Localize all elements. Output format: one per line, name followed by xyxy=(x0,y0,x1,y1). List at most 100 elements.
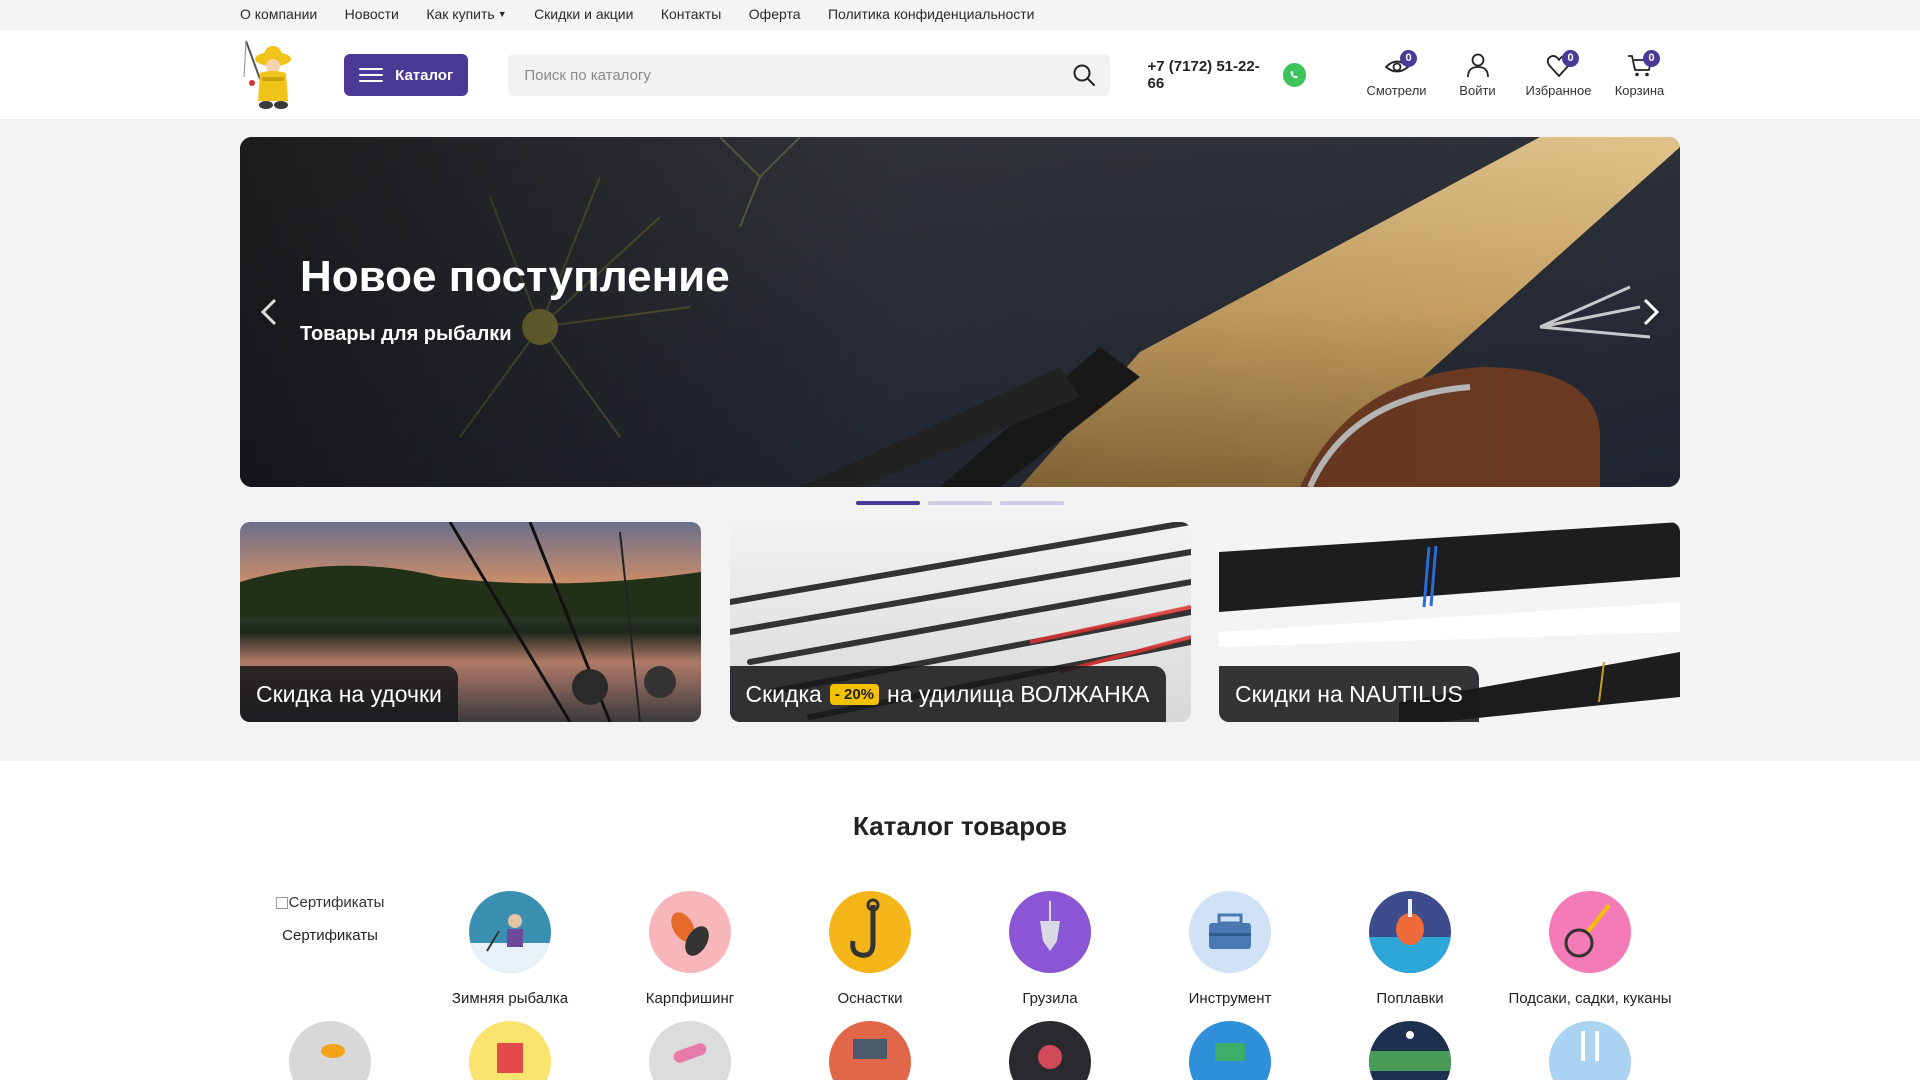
category-name: Инструмент xyxy=(1188,990,1272,1007)
search-bar xyxy=(508,54,1110,96)
topnav-privacy[interactable]: Политика конфиденциальности xyxy=(828,6,1035,22)
toolbox-icon-graphic xyxy=(1209,913,1251,949)
category-sinkers[interactable]: Грузила xyxy=(960,891,1140,1009)
viewed-count-badge: 0 xyxy=(1400,50,1417,67)
cart-count-badge: 0 xyxy=(1643,50,1660,67)
slider-dot-2[interactable] xyxy=(928,501,992,505)
category-name: Карпфишинг xyxy=(645,990,735,1007)
category-item[interactable] xyxy=(1500,1021,1680,1080)
favorites-button[interactable]: 0 Избранное xyxy=(1518,50,1599,98)
hero-title: Новое поступление xyxy=(300,252,730,301)
float-icon-graphic xyxy=(1369,899,1451,973)
night-fishing-icon xyxy=(1369,1021,1451,1080)
lure-icon-graphic xyxy=(321,1044,345,1058)
banner-volzhanka-discount[interactable]: Скидка - 20% на удилища ВОЛЖАНКА xyxy=(729,522,1191,722)
site-header: Каталог +7 (7172) 51-22-66 0 Смотрели xyxy=(0,30,1920,120)
lure-icon xyxy=(289,1021,371,1080)
boat-icon-graphic xyxy=(1215,1043,1245,1061)
catalog-row: Сертификаты Сертификаты Зимняя рыбалка К… xyxy=(240,891,1680,1009)
top-nav: О компании Новости Как купить ▼ Скидки и … xyxy=(240,6,1058,24)
category-item[interactable] xyxy=(600,1021,780,1080)
favorites-label: Избранное xyxy=(1525,83,1592,98)
user-icon xyxy=(1466,53,1489,78)
slider-next-button[interactable] xyxy=(1636,292,1666,332)
slider-dot-1[interactable] xyxy=(856,501,920,505)
category-name: Зимняя рыбалка xyxy=(451,990,569,1007)
top-bar: О компании Новости Как купить ▼ Скидки и … xyxy=(0,0,1920,30)
bag-icon xyxy=(649,1021,731,1080)
hook-icon-graphic xyxy=(850,898,880,958)
chevron-left-icon xyxy=(260,298,277,326)
catalog-button-label: Каталог xyxy=(395,66,454,84)
topnav-discounts[interactable]: Скидки и акции xyxy=(534,6,633,22)
cart-button[interactable]: 0 Корзина xyxy=(1599,50,1680,98)
reel-icon-graphic xyxy=(1038,1045,1062,1069)
catalog-section: Каталог товаров Сертификаты Сертификаты … xyxy=(0,761,1920,1080)
slider-dot-3[interactable] xyxy=(1000,501,1064,505)
banner-caption: Скидка - 20% на удилища ВОЛЖАНКА xyxy=(729,666,1166,722)
rod-holder-icon-graphic xyxy=(1581,1031,1599,1061)
promo-section: Новое поступление Товары для рыбалки Ски… xyxy=(0,120,1920,761)
login-button[interactable]: Войти xyxy=(1437,52,1518,98)
topnav-about[interactable]: О компании xyxy=(240,6,317,22)
category-item[interactable] xyxy=(240,1021,420,1080)
category-item[interactable] xyxy=(1320,1021,1500,1080)
hero-subtitle: Товары для рыбалки xyxy=(300,323,512,345)
viewed-button[interactable]: 0 Смотрели xyxy=(1356,50,1437,98)
category-tools[interactable]: Инструмент xyxy=(1140,891,1320,1009)
hero-slider[interactable]: Новое поступление Товары для рыбалки xyxy=(240,137,1680,487)
favorites-count-badge: 0 xyxy=(1562,50,1579,67)
category-item[interactable] xyxy=(960,1021,1140,1080)
certificates-alt-text: Сертификаты xyxy=(288,894,385,911)
category-item[interactable] xyxy=(780,1021,960,1080)
topnav-offer[interactable]: Оферта xyxy=(749,6,801,22)
boat-icon xyxy=(1189,1021,1271,1080)
category-carpfishing[interactable]: Карпфишинг xyxy=(600,891,780,1009)
category-item[interactable] xyxy=(1140,1021,1320,1080)
category-item[interactable] xyxy=(420,1021,600,1080)
winter-fishing-icon-graphic xyxy=(469,914,551,973)
box-icon-graphic xyxy=(497,1043,523,1073)
banner-1-text: Скидка на удочки xyxy=(256,680,442,707)
category-floats[interactable]: Поплавки xyxy=(1320,891,1500,1009)
night-fishing-icon-graphic xyxy=(1369,1031,1451,1071)
banner-caption: Скидки на NAUTILUS xyxy=(1219,666,1479,722)
chevron-right-icon xyxy=(1643,298,1660,326)
catalog-button[interactable]: Каталог xyxy=(344,54,469,96)
topnav-how-to-buy-label: Как купить xyxy=(426,6,495,22)
reel-icon xyxy=(1009,1021,1091,1080)
chevron-down-icon: ▼ xyxy=(497,9,507,19)
promo-banners: Скидка на удочки Скидка - 20% на удилища… xyxy=(240,522,1680,722)
bag-icon-graphic xyxy=(673,1043,707,1063)
logo[interactable] xyxy=(240,39,302,111)
search-input[interactable] xyxy=(524,66,1072,84)
banner-2-text-before: Скидка xyxy=(745,680,822,707)
category-name: Подсаки, садки, куканы xyxy=(1508,990,1672,1007)
winter-fishing-icon xyxy=(469,891,551,973)
carp-icon xyxy=(649,891,731,973)
broken-image-icon xyxy=(275,896,288,909)
slider-prev-button[interactable] xyxy=(254,292,284,332)
category-name: Поплавки xyxy=(1376,990,1444,1007)
category-landing-nets[interactable]: Подсаки, садки, куканы xyxy=(1500,891,1680,1009)
category-tackle[interactable]: Оснастки xyxy=(780,891,960,1009)
banner-rods-discount[interactable]: Скидка на удочки xyxy=(240,522,701,722)
slider-dots xyxy=(240,501,1680,505)
viewed-label: Смотрели xyxy=(1366,83,1427,98)
rod-holder-icon xyxy=(1549,1021,1631,1080)
category-name: Сертификаты xyxy=(282,927,378,944)
whatsapp-icon[interactable] xyxy=(1282,63,1306,87)
bucket-icon xyxy=(829,1021,911,1080)
phone-number[interactable]: +7 (7172) 51-22-66 xyxy=(1148,58,1273,92)
banner-nautilus-discount[interactable]: Скидки на NAUTILUS xyxy=(1219,522,1680,722)
catalog-title: Каталог товаров xyxy=(852,811,1068,841)
topnav-contacts[interactable]: Контакты xyxy=(661,6,721,22)
login-label: Войти xyxy=(1459,83,1496,98)
topnav-how-to-buy[interactable]: Как купить ▼ xyxy=(426,6,506,22)
landing-net-icon xyxy=(1549,891,1631,973)
category-certificates[interactable]: Сертификаты Сертификаты xyxy=(240,891,420,1009)
topnav-news[interactable]: Новости xyxy=(345,6,399,22)
category-winter-fishing[interactable]: Зимняя рыбалка xyxy=(420,891,600,1009)
header-icons: 0 Смотрели Войти 0 Избранное 0 Корзина xyxy=(1356,50,1680,98)
search-icon[interactable] xyxy=(1072,63,1096,87)
